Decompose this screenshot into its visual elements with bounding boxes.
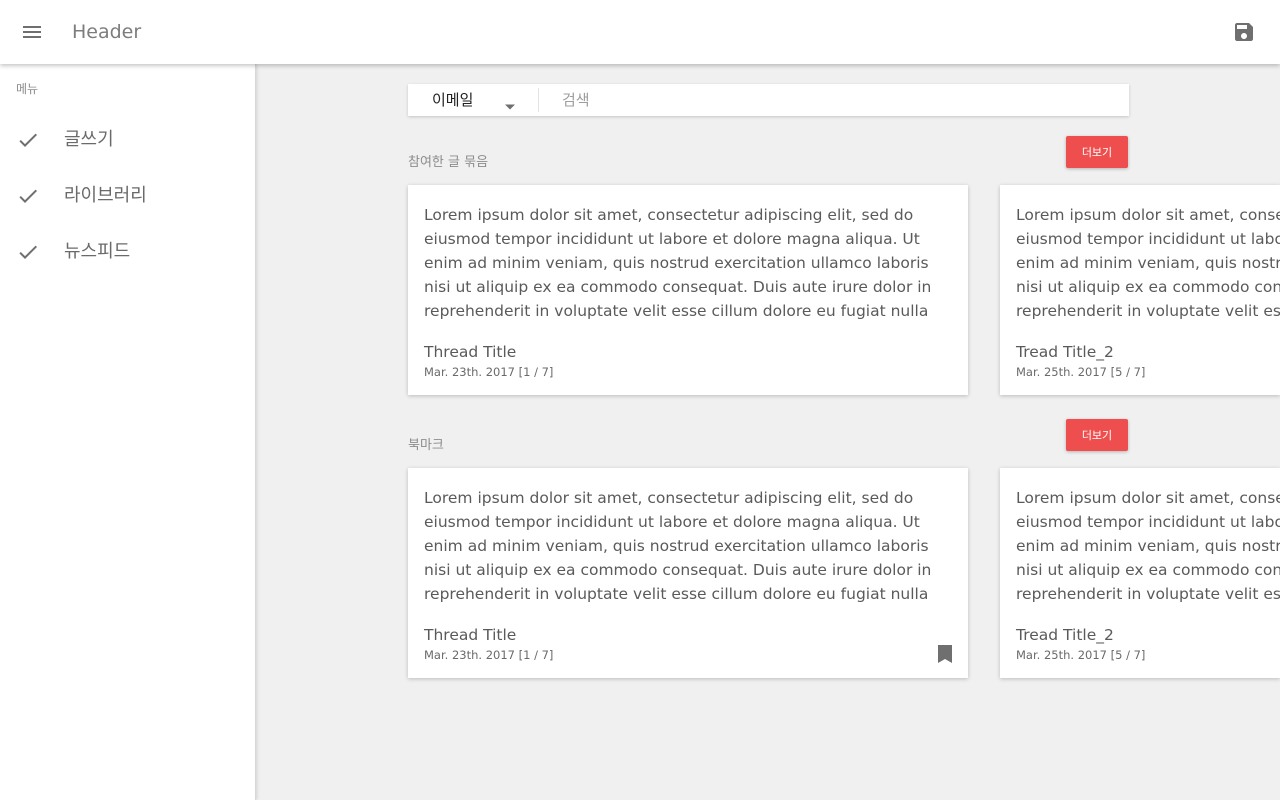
card-date: Mar. 23th. 2017 [1 / 7] (424, 365, 554, 379)
search-divider (538, 88, 539, 112)
card-title: Tread Title_2 (1016, 343, 1114, 361)
sidebar-subheader: 메뉴 (16, 82, 39, 96)
search-input[interactable] (548, 88, 1118, 112)
card-date: Mar. 25th. 2017 [5 / 7] (1016, 365, 1146, 379)
sidebar-item-write[interactable]: 글쓰기 (0, 116, 255, 164)
search-bar: 이메일 (408, 84, 1129, 116)
app-header: Header (0, 0, 1280, 64)
save-icon[interactable] (1232, 20, 1256, 44)
more-button-participated[interactable]: 더보기 (1066, 136, 1128, 168)
bookmark-card[interactable]: Lorem ipsum dolor sit amet, consectetur … (1000, 468, 1280, 678)
card-body: Lorem ipsum dolor sit amet, consectetur … (1016, 206, 1280, 320)
thread-card[interactable]: Lorem ipsum dolor sit amet, consectetur … (1000, 185, 1280, 395)
sidebar-item-library[interactable]: 라이브러리 (0, 172, 255, 220)
card-date: Mar. 25th. 2017 [5 / 7] (1016, 648, 1146, 662)
sidebar: 메뉴 글쓰기 라이브러리 뉴스피드 (0, 64, 256, 800)
search-type-value: 이메일 (432, 91, 474, 109)
bookmark-card[interactable]: Lorem ipsum dolor sit amet, consectetur … (408, 468, 968, 678)
card-body: Lorem ipsum dolor sit amet, consectetur … (1016, 489, 1280, 603)
check-icon (16, 184, 40, 208)
card-title: Thread Title (424, 343, 517, 361)
card-title: Thread Title (424, 626, 517, 644)
sidebar-item-newsfeed[interactable]: 뉴스피드 (0, 228, 255, 276)
header-title: Header (72, 21, 142, 43)
card-body: Lorem ipsum dolor sit amet, consectetur … (424, 206, 932, 320)
bookmark-icon[interactable] (936, 644, 954, 664)
sidebar-item-label: 글쓰기 (64, 129, 114, 150)
search-type-select[interactable]: 이메일 (408, 84, 538, 116)
dropdown-arrow-icon (504, 96, 516, 110)
more-button-bookmarks[interactable]: 더보기 (1066, 419, 1128, 451)
sidebar-item-label: 라이브러리 (64, 185, 147, 206)
sidebar-item-label: 뉴스피드 (64, 241, 131, 262)
thread-card[interactable]: Lorem ipsum dolor sit amet, consectetur … (408, 185, 968, 395)
menu-icon[interactable] (20, 20, 44, 44)
check-icon (16, 128, 40, 152)
section-title-bookmarks: 북마크 (408, 438, 444, 453)
section-title-participated: 참여한 글 묶음 (408, 155, 489, 170)
card-date: Mar. 23th. 2017 [1 / 7] (424, 648, 554, 662)
card-body: Lorem ipsum dolor sit amet, consectetur … (424, 489, 932, 603)
card-title: Tread Title_2 (1016, 626, 1114, 644)
check-icon (16, 240, 40, 264)
